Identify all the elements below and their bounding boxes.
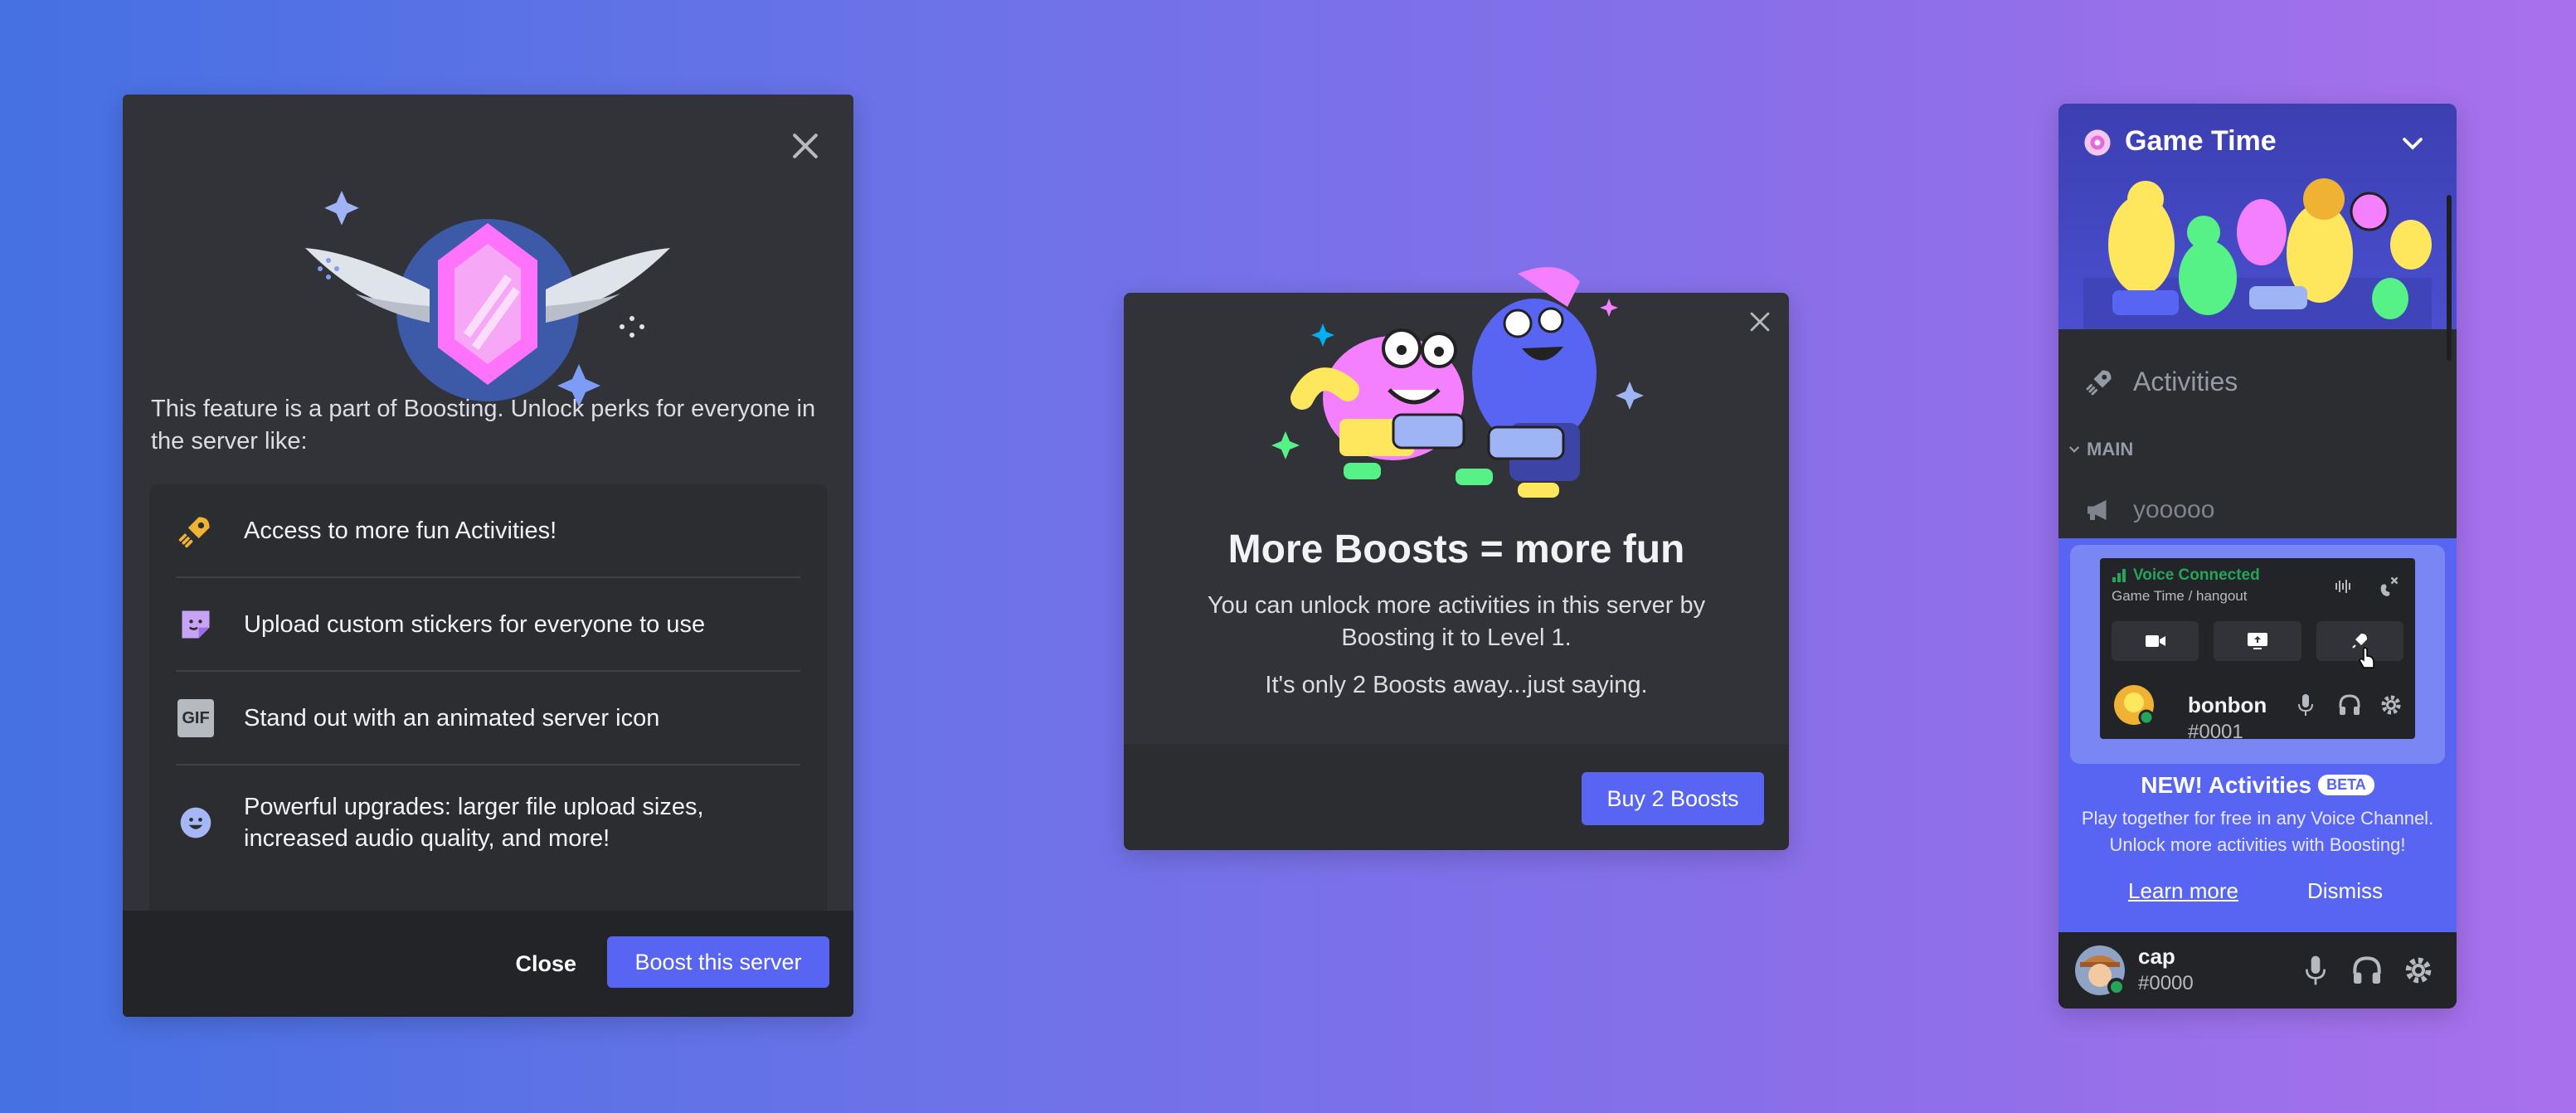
boost-server-button[interactable]: Boost this server: [607, 936, 829, 988]
voice-panel-preview: Voice Connected Game Time / hangout bonb…: [2100, 558, 2415, 743]
gif-icon: GIF: [176, 698, 216, 738]
signal-icon: [2112, 569, 2126, 582]
category-main[interactable]: MAIN: [2067, 439, 2133, 460]
banner-illustration: [2083, 178, 2432, 329]
gear-icon[interactable]: [2402, 954, 2435, 987]
activities-label: Activities: [2133, 366, 2238, 396]
perk-text: Access to more fun Activities!: [244, 517, 557, 544]
buy-boosts-button[interactable]: Buy 2 Boosts: [1582, 772, 1764, 825]
user-tag: #0000: [2138, 972, 2194, 994]
perks-list: Access to more fun Activities! Upload cu…: [149, 484, 827, 980]
screen-share-icon: [2247, 633, 2267, 649]
channel-name: yooooo: [2133, 496, 2215, 523]
avatar[interactable]: [2073, 944, 2126, 997]
server-boost-icon: [2084, 129, 2111, 156]
smile-icon: [176, 803, 216, 843]
voice-location: Game Time / hangout: [2112, 588, 2248, 604]
promo-description: Play together for free in any Voice Chan…: [2081, 808, 2434, 855]
chevron-down-icon: [2068, 446, 2080, 453]
rocket-icon: [2086, 370, 2112, 396]
voice-status: Voice Connected: [2133, 566, 2260, 584]
user-panel: cap #0000: [2058, 932, 2457, 1009]
server-name[interactable]: Game Time: [2125, 125, 2277, 158]
microphone-icon[interactable]: [2299, 954, 2332, 987]
disconnect-call-icon[interactable]: [2377, 575, 2400, 598]
perk-text: Stand out with an animated server icon: [244, 704, 660, 731]
modal-footer: Buy 2 Boosts: [1124, 744, 1789, 850]
promo-title: NEW! Activities BETA: [2058, 772, 2457, 799]
beta-badge: BETA: [2318, 775, 2374, 795]
server-banner: Game Time: [2058, 104, 2457, 329]
promo-title-text: NEW! Activities: [2141, 772, 2312, 798]
perk-animated-icon: GIF Stand out with an animated server ic…: [176, 672, 800, 765]
perk-activities: Access to more fun Activities!: [176, 484, 800, 578]
perk-text: Powerful upgrades: larger file upload si…: [244, 794, 704, 852]
perk-stickers: Upload custom stickers for everyone to u…: [176, 578, 800, 672]
video-button[interactable]: [2112, 621, 2199, 661]
user-name: cap: [2138, 944, 2175, 969]
perk-upgrades: Powerful upgrades: larger file upload si…: [176, 765, 800, 880]
headphones-icon[interactable]: [2337, 693, 2362, 717]
sticker-icon: [176, 605, 216, 644]
megaphone-icon: [2088, 500, 2107, 520]
category-label: MAIN: [2087, 439, 2134, 459]
scrollbar[interactable]: [2447, 195, 2452, 361]
close-icon[interactable]: [1746, 308, 1774, 336]
activities-item[interactable]: Activities: [2058, 352, 2457, 411]
close-icon[interactable]: [787, 128, 824, 164]
perk-text: Upload custom stickers for everyone to u…: [244, 610, 706, 638]
headphones-icon[interactable]: [2350, 954, 2384, 987]
boost-intro-text: This feature is a part of Boosting. Unlo…: [151, 396, 816, 454]
soundwave-icon[interactable]: [2334, 576, 2354, 596]
gear-icon[interactable]: [2379, 693, 2403, 717]
avatar[interactable]: [2113, 684, 2155, 726]
mini-user-tag: #0001: [2188, 721, 2243, 743]
channel-item[interactable]: yooooo: [2058, 485, 2457, 535]
close-button[interactable]: Close: [515, 939, 576, 989]
chevron-down-icon[interactable]: [2400, 134, 2425, 153]
activities-promo: Voice Connected Game Time / hangout bonb…: [2058, 538, 2457, 935]
friends-gaming-illustration: [1271, 267, 1644, 498]
mini-user-panel: bonbon #0001: [2108, 681, 2407, 743]
mini-user-name: bonbon: [2188, 693, 2267, 717]
promo-preview-card: Voice Connected Game Time / hangout bonb…: [2070, 545, 2445, 764]
learn-more-link[interactable]: Learn more: [2128, 878, 2238, 904]
modal-footer: Close Boost this server: [123, 911, 853, 1017]
microphone-icon[interactable]: [2296, 693, 2316, 717]
server-sidebar: Game Time Activities MAIN yooooo Voice C…: [2058, 104, 2457, 1009]
rocket-icon: [176, 511, 216, 551]
dismiss-button[interactable]: Dismiss: [2307, 878, 2383, 904]
screenshare-button[interactable]: [2214, 621, 2301, 661]
boost-perks-modal: This feature is a part of Boosting. Unlo…: [123, 95, 853, 1017]
camera-icon: [2145, 635, 2165, 647]
hand-cursor-icon: [2359, 647, 2374, 668]
